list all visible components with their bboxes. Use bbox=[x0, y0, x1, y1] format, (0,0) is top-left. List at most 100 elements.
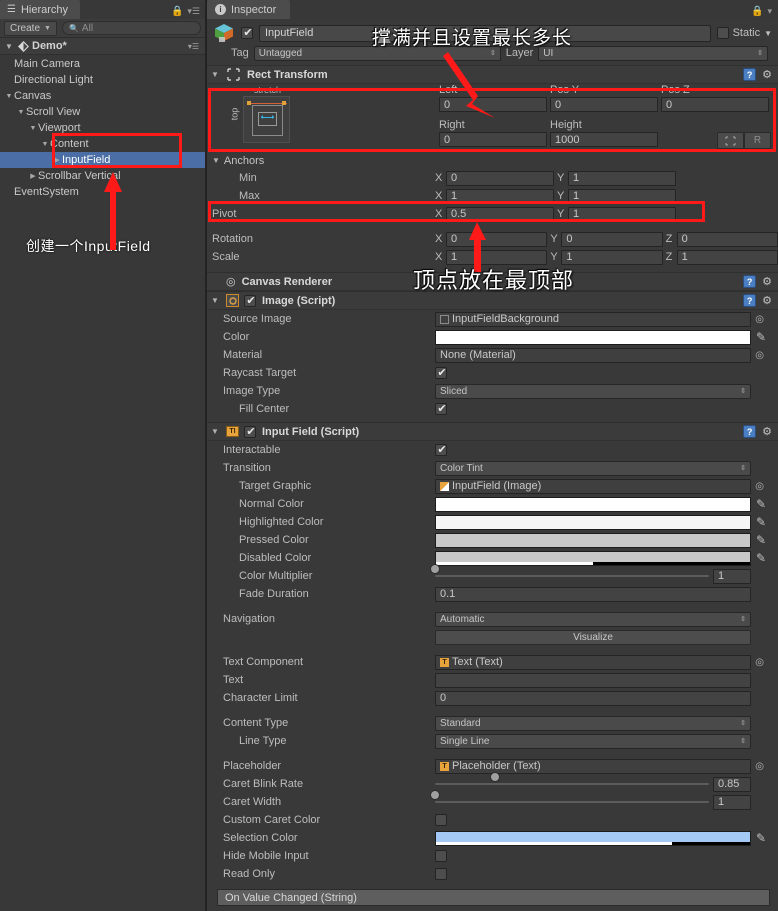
fill-center-checkbox[interactable] bbox=[435, 402, 448, 416]
normal-color-swatch[interactable] bbox=[435, 496, 751, 512]
caret-blink-rate-slider[interactable] bbox=[435, 771, 709, 792]
help-icon[interactable]: ? bbox=[743, 425, 757, 438]
material-field[interactable]: None (Material) ◎ bbox=[435, 347, 764, 363]
pivot-x-field[interactable]: 0.5 bbox=[446, 206, 554, 222]
line-type-dropdown[interactable]: Single Line ⇳ bbox=[435, 733, 751, 749]
layer-dropdown[interactable]: UI ⇳ bbox=[538, 45, 768, 61]
hierarchy-item-inputfield[interactable]: ▶ InputField bbox=[0, 152, 205, 168]
panel-menu-icon[interactable]: ▾☰ bbox=[187, 6, 200, 17]
content-type-dropdown[interactable]: Standard ⇳ bbox=[435, 715, 751, 731]
hierarchy-item-scrollbar-vertical[interactable]: ▶ Scrollbar Vertical bbox=[0, 168, 205, 184]
help-icon[interactable]: ? bbox=[743, 294, 757, 307]
component-header-input-field-script[interactable]: ▼ TI Input Field (Script) ? ⚙ bbox=[207, 422, 778, 441]
eyedropper-icon[interactable]: ✎ bbox=[756, 497, 766, 511]
posy-field[interactable]: 0 bbox=[550, 97, 658, 112]
image-type-dropdown[interactable]: Sliced ⇳ bbox=[435, 383, 751, 399]
read-only-checkbox[interactable] bbox=[435, 868, 447, 880]
hierarchy-item-content[interactable]: ▼ Content bbox=[0, 136, 205, 152]
lock-icon[interactable]: 🔒 bbox=[751, 6, 763, 17]
chevron-down-icon[interactable]: ▼ bbox=[211, 427, 220, 436]
tab-hierarchy[interactable]: ☰ Hierarchy bbox=[0, 0, 81, 19]
lock-icon[interactable]: 🔒 bbox=[171, 6, 183, 17]
chevron-down-icon[interactable]: ▼ bbox=[16, 109, 26, 116]
hierarchy-item-canvas[interactable]: ▼ Canvas bbox=[0, 88, 205, 104]
disabled-color-swatch[interactable] bbox=[435, 550, 751, 566]
navigation-dropdown[interactable]: Automatic ⇳ bbox=[435, 611, 751, 627]
component-header-image-script[interactable]: ▼ Image (Script) ? ⚙ bbox=[207, 291, 778, 310]
rotation-x-field[interactable]: 0 bbox=[446, 231, 548, 247]
object-picker-icon[interactable]: ◎ bbox=[755, 481, 764, 492]
character-limit-field[interactable]: 0 bbox=[435, 690, 751, 706]
create-button[interactable]: Create ▼ bbox=[4, 20, 57, 36]
chevron-down-icon[interactable]: ▼ bbox=[3, 42, 15, 51]
scale-y-field[interactable]: 1 bbox=[561, 249, 663, 265]
chevron-down-icon[interactable]: ▼ bbox=[764, 29, 772, 38]
chevron-down-icon[interactable]: ▼ bbox=[4, 93, 14, 100]
component-header-rect-transform[interactable]: ▼ Rect Transform ? ⚙ bbox=[207, 65, 778, 84]
anchors-section-header[interactable]: ▼ Anchors bbox=[207, 152, 778, 169]
object-picker-icon[interactable]: ◎ bbox=[755, 314, 764, 325]
anchor-max-x-field[interactable]: 1 bbox=[446, 188, 554, 204]
placeholder-field[interactable]: T Placeholder (Text) ◎ bbox=[435, 758, 764, 774]
tab-inspector[interactable]: i Inspector bbox=[207, 0, 291, 19]
source-image-field[interactable]: InputFieldBackground ◎ bbox=[435, 311, 764, 327]
caret-blink-rate-field[interactable]: 0.85 bbox=[713, 776, 751, 792]
anchor-min-y-field[interactable]: 1 bbox=[568, 170, 676, 186]
left-field[interactable]: 0 bbox=[439, 97, 547, 112]
transition-dropdown[interactable]: Color Tint ⇳ bbox=[435, 460, 751, 476]
hierarchy-item-eventsystem[interactable]: EventSystem bbox=[0, 184, 205, 200]
hierarchy-item-main-camera[interactable]: Main Camera bbox=[0, 56, 205, 72]
selection-color-swatch[interactable] bbox=[435, 830, 751, 846]
rotation-z-field[interactable]: 0 bbox=[676, 231, 778, 247]
component-header-canvas-renderer[interactable]: ▶ ◎ Canvas Renderer ? ⚙ bbox=[207, 272, 778, 291]
hierarchy-item-scroll-view[interactable]: ▼ Scroll View bbox=[0, 104, 205, 120]
object-name-field[interactable]: InputField bbox=[259, 24, 711, 42]
scale-z-field[interactable]: 1 bbox=[676, 249, 778, 265]
raw-edit-mode-button[interactable]: R bbox=[744, 132, 771, 149]
help-icon[interactable]: ? bbox=[743, 68, 757, 81]
chevron-right-icon[interactable]: ▶ bbox=[52, 156, 62, 164]
eyedropper-icon[interactable]: ✎ bbox=[756, 533, 766, 547]
text-component-field[interactable]: T Text (Text) ◎ bbox=[435, 654, 764, 670]
fade-duration-field[interactable]: 0.1 bbox=[435, 586, 751, 602]
visualize-button[interactable]: Visualize bbox=[435, 629, 751, 645]
object-picker-icon[interactable]: ◎ bbox=[755, 761, 764, 772]
anchor-min-x-field[interactable]: 0 bbox=[446, 170, 554, 186]
right-field[interactable]: 0 bbox=[439, 132, 547, 147]
gear-icon[interactable]: ⚙ bbox=[762, 425, 772, 438]
rotation-y-field[interactable]: 0 bbox=[561, 231, 663, 247]
search-input[interactable]: 🔍 All bbox=[61, 21, 201, 35]
blueprint-mode-button[interactable] bbox=[717, 132, 744, 149]
chevron-down-icon[interactable]: ▼ bbox=[211, 70, 220, 79]
anchor-preset-widget[interactable]: stretch top bbox=[229, 85, 290, 143]
color-multiplier-field[interactable]: 1 bbox=[713, 568, 751, 584]
eyedropper-icon[interactable]: ✎ bbox=[756, 831, 766, 845]
posz-field[interactable]: 0 bbox=[661, 97, 769, 112]
chevron-down-icon[interactable]: ▼ bbox=[28, 125, 38, 132]
on-value-changed-header[interactable]: On Value Changed (String) bbox=[217, 889, 770, 906]
tag-dropdown[interactable]: Untagged ⇳ bbox=[253, 45, 501, 61]
caret-width-field[interactable]: 1 bbox=[713, 794, 751, 810]
object-enabled-checkbox[interactable] bbox=[241, 26, 254, 40]
input-field-enabled-checkbox[interactable] bbox=[244, 425, 257, 439]
gear-icon[interactable]: ⚙ bbox=[762, 68, 772, 81]
static-checkbox[interactable] bbox=[716, 27, 729, 39]
interactable-checkbox[interactable] bbox=[435, 443, 448, 457]
scene-root-row[interactable]: ▼ Demo* ▾☰ bbox=[0, 38, 205, 55]
pivot-y-field[interactable]: 1 bbox=[568, 206, 676, 222]
chevron-down-icon[interactable]: ▼ bbox=[211, 296, 220, 305]
hierarchy-item-directional-light[interactable]: Directional Light bbox=[0, 72, 205, 88]
eyedropper-icon[interactable]: ✎ bbox=[756, 551, 766, 565]
highlighted-color-swatch[interactable] bbox=[435, 514, 751, 530]
caret-width-slider[interactable] bbox=[430, 789, 709, 810]
gear-icon[interactable]: ⚙ bbox=[762, 294, 772, 307]
chevron-down-icon[interactable]: ▼ bbox=[212, 156, 220, 165]
hierarchy-item-viewport[interactable]: ▼ Viewport bbox=[0, 120, 205, 136]
scene-menu-icon[interactable]: ▾☰ bbox=[188, 42, 205, 51]
height-field[interactable]: 1000 bbox=[550, 132, 658, 147]
gear-icon[interactable]: ⚙ bbox=[762, 275, 772, 288]
object-picker-icon[interactable]: ◎ bbox=[755, 350, 764, 361]
panel-menu-icon[interactable]: ▾ bbox=[767, 6, 772, 17]
pressed-color-swatch[interactable] bbox=[435, 532, 751, 548]
chevron-right-icon[interactable]: ▶ bbox=[28, 172, 38, 180]
